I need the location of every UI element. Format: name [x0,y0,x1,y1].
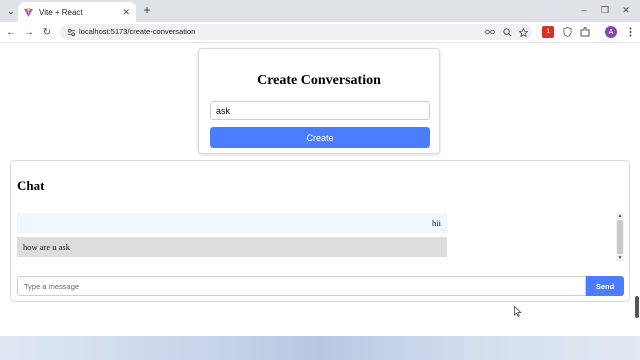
desktop-background [0,336,640,360]
scroll-down-icon[interactable]: ▼ [616,255,624,261]
minimize-icon: – [581,5,587,15]
browser-tab[interactable]: Vite + React ✕ [18,2,136,22]
page-content: Create Conversation Create Chat hii how … [0,43,640,336]
reload-button[interactable]: ↻ [40,25,54,39]
browser-toolbar: ← → ↻ localhost:5173/create-conversation… [0,22,640,43]
close-window-button[interactable]: ✕ [618,3,634,17]
site-info-icon[interactable] [65,26,77,38]
message-text: how are u ask [23,242,70,252]
plus-icon: + [143,3,151,17]
tab-close-icon[interactable]: ✕ [122,7,130,18]
close-icon: ✕ [622,4,630,15]
forward-button[interactable]: → [22,25,36,39]
address-bar[interactable]: localhost:5173/create-conversation [60,24,532,40]
create-button[interactable]: Create [210,127,430,148]
restore-button[interactable]: ❐ [597,3,613,17]
restore-icon: ❐ [600,4,610,15]
reload-icon: ↻ [42,26,52,38]
chat-title: Chat [17,178,45,193]
scroll-up-icon[interactable]: ▲ [616,213,624,219]
send-button[interactable]: Send [586,276,624,296]
bookmark-star-icon[interactable] [517,26,529,38]
shield-extension-icon[interactable] [561,26,573,38]
arrow-left-icon: ← [6,26,16,38]
message-sent: hii [17,213,447,233]
conversation-name-input[interactable] [210,101,430,120]
message-received: how are u ask [17,237,447,257]
back-button[interactable]: ← [4,25,18,39]
password-key-icon[interactable] [484,26,496,38]
extension-badge-icon[interactable]: 1 [542,26,554,38]
new-tab-button[interactable]: + [140,3,154,17]
chat-card: Chat hii how are u ask ▲ ▼ Send [10,160,630,302]
create-conversation-card: Create Conversation Create [198,48,440,154]
tab-title: Vite + React [39,7,83,17]
chevron-down-icon: ⌄ [7,5,15,16]
message-list[interactable]: hii how are u ask [17,213,613,261]
message-input[interactable] [17,276,586,296]
create-conversation-title: Create Conversation [257,73,381,88]
profile-avatar[interactable]: A [605,26,617,38]
vite-logo-icon [24,7,33,17]
tab-search-button[interactable]: ⌄ [4,4,18,18]
minimize-button[interactable]: – [576,3,592,17]
menu-kebab-icon[interactable] [624,26,636,38]
zoom-icon[interactable] [501,26,513,38]
url-text: localhost:5173/create-conversation [79,27,196,36]
mouse-cursor-icon [514,306,522,317]
tab-strip: ⌄ Vite + React ✕ + – ❐ ✕ [0,0,640,22]
page-scrollbar-thumb[interactable] [635,296,639,318]
puzzle-extensions-icon[interactable] [579,26,591,38]
profile-initial: A [608,28,614,36]
extension-badge-count: 1 [546,29,550,35]
message-text: hii [432,218,441,228]
arrow-right-icon: → [24,26,34,38]
scrollbar-thumb[interactable] [617,220,623,254]
message-list-scrollbar[interactable]: ▲ ▼ [616,213,624,261]
